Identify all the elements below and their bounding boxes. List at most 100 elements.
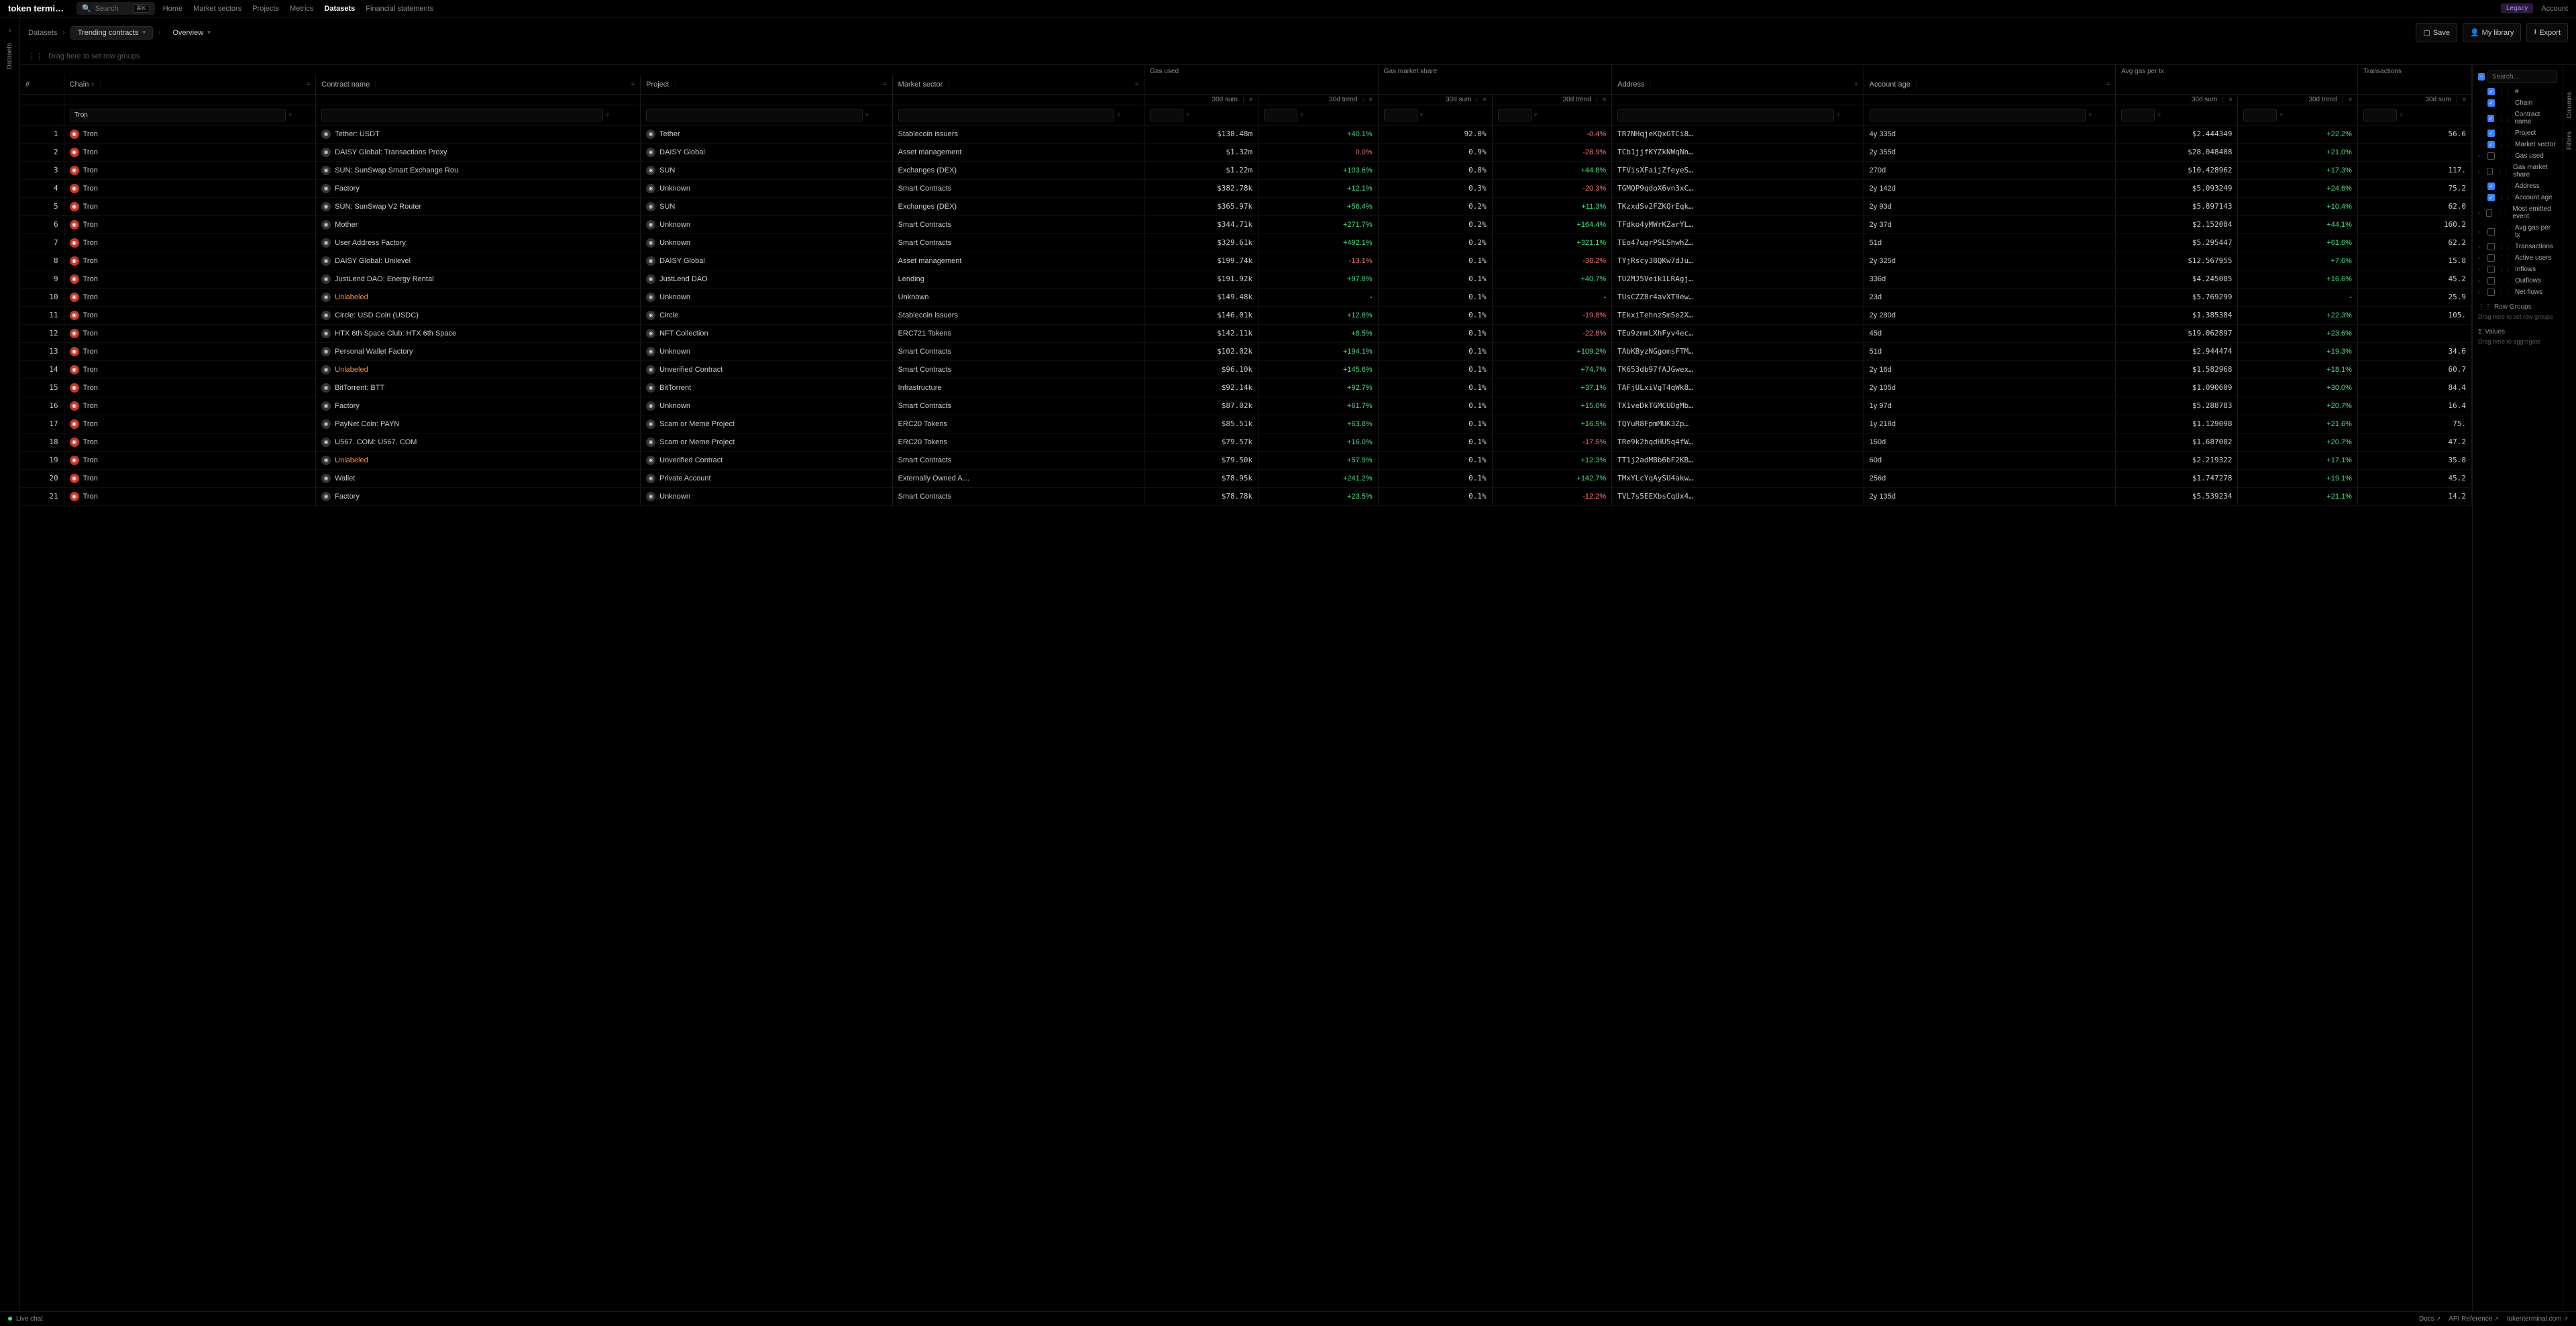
column-toggle[interactable]: ✓⋮⋮Project (2478, 128, 2557, 139)
checkbox-icon[interactable]: ✓ (2487, 141, 2495, 148)
expand-icon[interactable]: › (2478, 278, 2483, 284)
api-link[interactable]: API Reference ↗ (2449, 1315, 2499, 1323)
right-rail-filters[interactable]: Filters (2566, 132, 2573, 150)
column-toggle[interactable]: ✓⋮⋮Account age (2478, 192, 2557, 203)
docs-link[interactable]: Docs ↗ (2419, 1315, 2440, 1323)
account-link[interactable]: Account (2541, 5, 2568, 13)
col-group-transactions[interactable]: Transactions (2357, 65, 2471, 75)
column-toggle[interactable]: ›⋮⋮Outflows (2478, 275, 2557, 287)
left-rail-label[interactable]: Datasets (6, 43, 13, 69)
col-sector[interactable]: Market sector⋮≡ (892, 75, 1144, 94)
values-drop[interactable]: Drag here to aggregate (2478, 336, 2557, 348)
toggle-all-checkbox[interactable]: − (2478, 73, 2485, 81)
table-row[interactable]: 3 ◉Tron ◉SUN: SunSwap Smart Exchange Rou… (20, 161, 2472, 179)
filter-gas-sum[interactable] (1150, 109, 1183, 121)
nav-datasets[interactable]: Datasets (324, 5, 355, 13)
drag-icon[interactable]: ⋮⋮ (2499, 194, 2511, 201)
expand-icon[interactable]: › (2478, 229, 2483, 235)
column-toggle[interactable]: ✓⋮⋮Chain (2478, 97, 2557, 109)
logo[interactable]: token terminal_ (8, 3, 68, 13)
expand-icon[interactable]: › (2478, 168, 2483, 174)
export-button[interactable]: ⭳Export (2526, 23, 2568, 42)
expand-icon[interactable]: › (2478, 153, 2483, 159)
nav-projects[interactable]: Projects (252, 5, 279, 13)
column-toggle[interactable]: ✓⋮⋮Contract name (2478, 109, 2557, 128)
drag-icon[interactable]: ⋮⋮ (2499, 228, 2511, 236)
expand-rail-icon[interactable]: › (9, 26, 11, 35)
column-toggle[interactable]: ✓⋮⋮Address (2478, 181, 2557, 192)
filter-share-trend[interactable] (1498, 109, 1532, 121)
expand-icon[interactable]: › (2478, 255, 2483, 261)
nav-financial-statements[interactable]: Financial statements (366, 5, 433, 13)
checkbox-icon[interactable]: ✓ (2487, 115, 2495, 122)
table-row[interactable]: 12 ◉Tron ◉HTX 6th Space Club: HTX 6th Sp… (20, 324, 2472, 342)
table-row[interactable]: 11 ◉Tron ◉Circle: USD Coin (USDC) ◉Circl… (20, 306, 2472, 324)
table-row[interactable]: 7 ◉Tron ◉User Address Factory ◉Unknown S… (20, 234, 2472, 252)
table-row[interactable]: 14 ◉Tron ◉Unlabeled ◉Unverified Contract… (20, 360, 2472, 378)
checkbox-icon[interactable]: ✓ (2487, 130, 2495, 137)
drag-icon[interactable]: ⋮⋮ (2499, 277, 2511, 285)
filter-project[interactable] (646, 109, 863, 121)
drag-icon[interactable]: ⋮⋮ (2499, 254, 2511, 262)
view-selector[interactable]: Overview ▾ (166, 27, 217, 39)
drag-icon[interactable]: ⋮⋮ (2499, 289, 2511, 296)
col-num[interactable]: # (20, 75, 64, 94)
legacy-badge[interactable]: Legacy (2501, 3, 2533, 13)
column-toggle[interactable]: ✓⋮⋮# (2478, 86, 2557, 97)
column-toggle[interactable]: ›⋮⋮Gas used (2478, 150, 2557, 162)
drag-icon[interactable]: ⋮⋮ (2498, 115, 2510, 122)
right-rail-columns[interactable]: Columns (2566, 92, 2573, 118)
table-row[interactable]: 13 ◉Tron ◉Personal Wallet Factory ◉Unkno… (20, 342, 2472, 360)
table-row[interactable]: 4 ◉Tron ◉Factory ◉Unknown Smart Contract… (20, 179, 2472, 197)
checkbox-icon[interactable]: ✓ (2487, 99, 2495, 107)
filter-icon[interactable]: ▿ (288, 111, 292, 118)
filter-contract[interactable] (321, 109, 603, 121)
checkbox-icon[interactable]: ✓ (2487, 183, 2495, 190)
nav-home[interactable]: Home (163, 5, 182, 13)
column-toggle[interactable]: ›⋮⋮Most emitted event (2478, 203, 2557, 222)
filter-tx-sum[interactable] (2363, 109, 2397, 121)
table-row[interactable]: 8 ◉Tron ◉DAISY Global: Unilevel ◉DAISY G… (20, 252, 2472, 270)
table-row[interactable]: 10 ◉Tron ◉Unlabeled ◉Unknown Unknown $14… (20, 288, 2472, 306)
subhdr-avg-sum[interactable]: 30d sum⋮≡ (2116, 94, 2238, 105)
drag-icon[interactable]: ⋮⋮ (2499, 266, 2511, 273)
col-account-age[interactable]: Account age⋮≡ (1864, 75, 2116, 94)
checkbox-icon[interactable]: ✓ (2487, 194, 2495, 201)
expand-icon[interactable]: › (2478, 289, 2483, 295)
column-toggle[interactable]: ›⋮⋮Active users (2478, 252, 2557, 264)
table-row[interactable]: 18 ◉Tron ◉U567. COM: U567. COM ◉Scam or … (20, 433, 2472, 451)
site-link[interactable]: tokenterminal.com ↗ (2507, 1315, 2568, 1323)
nav-metrics[interactable]: Metrics (290, 5, 313, 13)
checkbox-icon[interactable] (2487, 243, 2495, 250)
filter-age[interactable] (1870, 109, 2086, 121)
column-toggle[interactable]: ›⋮⋮Transactions (2478, 241, 2557, 252)
checkbox-icon[interactable] (2487, 168, 2493, 175)
filter-share-sum[interactable] (1384, 109, 1417, 121)
column-toggle[interactable]: ›⋮⋮Avg gas per tx (2478, 222, 2557, 241)
search-input[interactable] (95, 5, 129, 13)
subhdr-share-sum[interactable]: 30d sum⋮≡ (1378, 94, 1492, 105)
col-group-gas-share[interactable]: Gas market share (1378, 65, 1611, 75)
checkbox-icon[interactable] (2487, 266, 2495, 273)
dataset-selector[interactable]: Trending contracts ▾ (70, 26, 153, 40)
filter-icon[interactable]: ▿ (606, 111, 609, 118)
table-row[interactable]: 1 ◉Tron ◉Tether: USDT ◉Tether Stablecoin… (20, 125, 2472, 143)
search-box[interactable]: 🔍 ⌘K (76, 2, 155, 15)
checkbox-icon[interactable] (2487, 228, 2495, 236)
drag-icon[interactable]: ⋮⋮ (2499, 130, 2511, 137)
expand-icon[interactable]: › (2478, 244, 2483, 250)
table-row[interactable]: 15 ◉Tron ◉BitTorrent: BTT ◉BitTorrent In… (20, 378, 2472, 397)
drag-icon[interactable]: ⋮⋮ (2499, 99, 2511, 107)
filter-chain[interactable] (70, 109, 286, 121)
save-button[interactable]: ▢Save (2416, 23, 2457, 42)
subhdr-gas-trend[interactable]: 30d trend⋮≡ (1258, 94, 1379, 105)
checkbox-icon[interactable] (2487, 254, 2495, 262)
col-contract[interactable]: Contract name⋮≡ (316, 75, 641, 94)
col-group-avg-gas[interactable]: Avg gas per tx (2116, 65, 2358, 75)
checkbox-icon[interactable] (2487, 277, 2495, 285)
col-chain[interactable]: Chain▿⋮≡ (64, 75, 316, 94)
table-row[interactable]: 16 ◉Tron ◉Factory ◉Unknown Smart Contrac… (20, 397, 2472, 415)
filter-address[interactable] (1617, 109, 1834, 121)
checkbox-icon[interactable]: ✓ (2487, 88, 2495, 95)
columns-search[interactable] (2487, 70, 2557, 83)
